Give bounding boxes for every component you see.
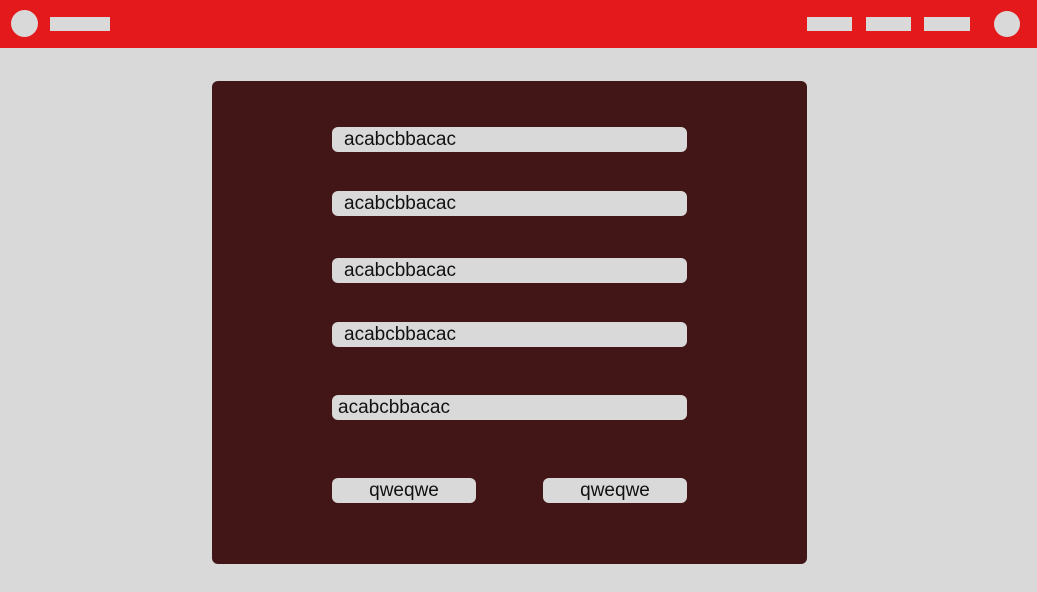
text-field-5[interactable]: acabcbbacac: [332, 395, 687, 420]
nav-item-2[interactable]: [866, 17, 911, 31]
text-field-4[interactable]: acabcbbacac: [332, 322, 687, 347]
text-field-2[interactable]: acabcbbacac: [332, 191, 687, 216]
logo-icon[interactable]: [11, 10, 38, 37]
text-field-3[interactable]: acabcbbacac: [332, 258, 687, 283]
text-field-1[interactable]: acabcbbacac: [332, 127, 687, 152]
form-panel: acabcbbacac acabcbbacac acabcbbacac acab…: [212, 81, 807, 564]
action-button-1[interactable]: qweqwe: [332, 478, 476, 503]
brand-title-placeholder: [50, 17, 110, 31]
avatar-icon[interactable]: [994, 11, 1020, 37]
top-nav-bar: [0, 0, 1037, 48]
nav-item-1[interactable]: [807, 17, 852, 31]
nav-item-3[interactable]: [924, 17, 970, 31]
action-button-2[interactable]: qweqwe: [543, 478, 687, 503]
